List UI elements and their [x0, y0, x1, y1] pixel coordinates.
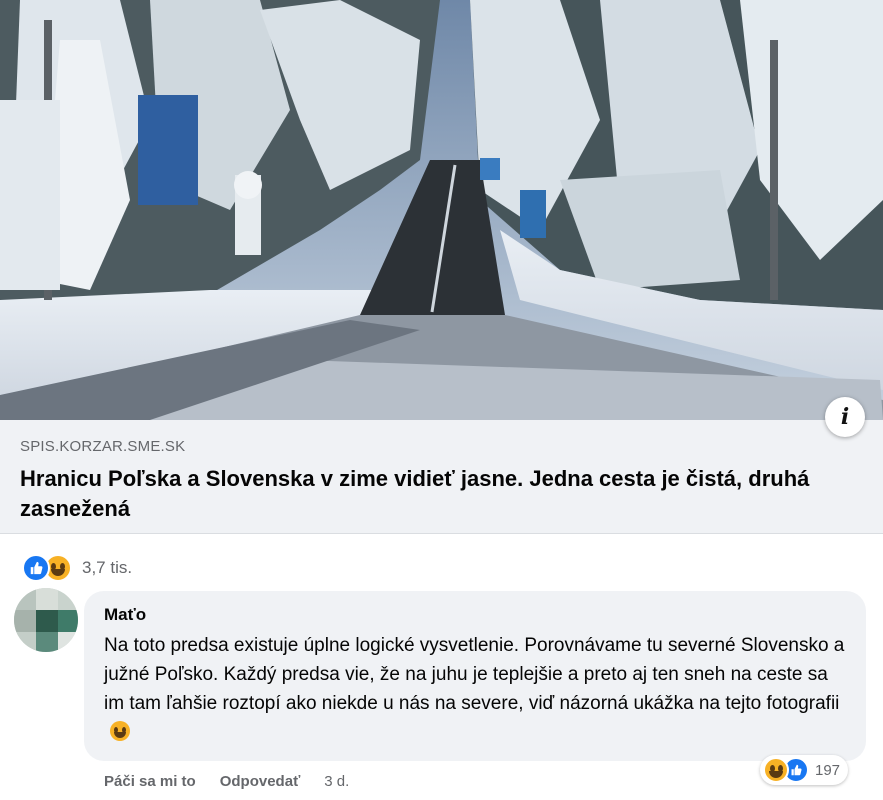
link-source-domain: SPIS.KORZAR.SME.SK [20, 438, 186, 455]
grinning-sweat-emoji [110, 721, 130, 741]
reaction-count: 3,7 tis. [82, 558, 133, 577]
comment-body: Na toto predsa existuje úplne logické vy… [104, 635, 845, 714]
comment-text: Na toto predsa existuje úplne logické vy… [104, 631, 846, 747]
like-button[interactable]: Páči sa mi to [104, 773, 196, 790]
comment-author[interactable]: Maťo [104, 605, 846, 625]
reply-button[interactable]: Odpovedať [220, 773, 301, 790]
haha-icon [763, 757, 789, 783]
comment-actions: Páči sa mi to Odpovedať 3 d. [104, 773, 349, 790]
snowy-border-road-photo [0, 0, 883, 420]
comment-bubble: Maťo Na toto predsa existuje úplne logic… [84, 591, 866, 761]
comment-reaction-count: 197 [815, 761, 841, 779]
like-icon [22, 554, 50, 582]
avatar[interactable] [14, 588, 78, 652]
post-reactions[interactable]: 3,7 tis. [22, 554, 133, 582]
link-preview-image[interactable] [0, 0, 883, 420]
comment-reactions[interactable]: 197 [760, 755, 849, 785]
link-title[interactable]: Hranicu Poľska a Slovenska v zime vidieť… [20, 464, 840, 524]
info-icon[interactable]: i [825, 397, 865, 437]
comment-timestamp[interactable]: 3 d. [324, 773, 349, 790]
link-preview-card[interactable]: SPIS.KORZAR.SME.SK Hranicu Poľska a Slov… [0, 420, 883, 534]
